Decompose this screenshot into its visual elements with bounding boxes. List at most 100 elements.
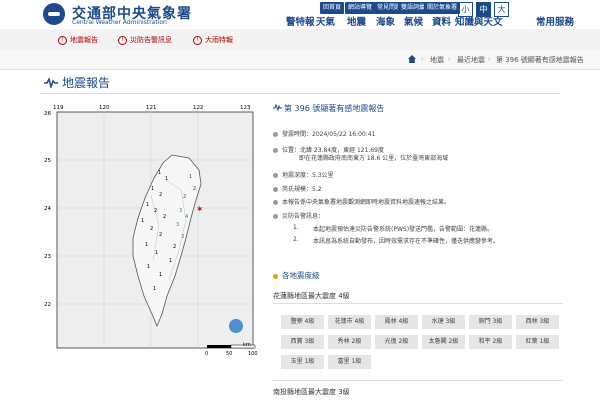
lat-tick-26: 26	[44, 111, 51, 117]
breadcrumb-current: 第 396 號顯著有感地震報告	[496, 56, 584, 64]
lon-tick-123: 123	[240, 105, 251, 111]
report-location-detail: 即在花蓮縣政府南南東方 18.6 公里，位於臺灣東部海域	[299, 155, 449, 162]
county-nantou-title[interactable]: 南投縣地區最大震度 3級	[273, 387, 350, 397]
warning-icon	[273, 214, 278, 219]
clock-icon	[273, 132, 278, 137]
nav-marine[interactable]: 海象	[376, 14, 395, 28]
svg-text:2: 2	[183, 194, 186, 200]
nav-warnings[interactable]: 警特報	[286, 14, 315, 28]
depth-icon	[273, 173, 278, 178]
lat-tick-24: 24	[44, 206, 51, 212]
station-badge: 秀林 2級	[328, 335, 371, 349]
top-link-about[interactable]: 關於氣象署	[424, 2, 461, 14]
svg-text:1: 1	[165, 176, 168, 182]
svg-text:2: 2	[159, 232, 162, 238]
svg-text:2: 2	[154, 208, 157, 214]
svg-text:1: 1	[141, 218, 144, 224]
svg-text:2: 2	[193, 186, 196, 192]
county-hualien-title[interactable]: 花蓮縣地區最大震度 4級	[273, 291, 350, 301]
earthquake-map[interactable]: 1112 1221 2211 111 122 343 321 ✶ 119 120…	[41, 100, 262, 358]
lon-tick-122: 122	[193, 105, 204, 111]
nav-knowledge[interactable]: 知識與天文	[455, 14, 503, 28]
svg-text:3: 3	[181, 234, 184, 240]
nav-data[interactable]: 資料	[432, 14, 451, 28]
breadcrumb-earthquake[interactable]: 地震	[430, 55, 444, 65]
station-badge: 和平 2級	[469, 335, 512, 349]
svg-text:1: 1	[169, 258, 172, 264]
report-magnitude: 芮氏規模：5.2	[273, 184, 322, 193]
station-badge: 銅門 3級	[469, 315, 512, 329]
lat-tick-23: 23	[44, 254, 51, 260]
lon-tick-120: 120	[99, 105, 110, 111]
lon-tick-119: 119	[53, 105, 64, 111]
svg-text:2: 2	[173, 244, 176, 250]
epicenter-icon: ✶	[196, 205, 204, 215]
warning-item-1: 本起地震預估達災防告警系統(PWS)發送門檻，告警範圍：花蓮縣。	[313, 226, 494, 233]
scale-tick-50: 50	[226, 351, 232, 357]
org-name-en: Central Weather Administration	[72, 19, 167, 26]
nav-services[interactable]: 常用服務	[536, 14, 574, 28]
alert-bar: ! 地震報告 ! 災防告警訊息 ! 大雨特報	[0, 29, 600, 52]
svg-text:1: 1	[153, 286, 156, 292]
cwa-watermark-icon	[229, 319, 243, 333]
lat-tick-22: 22	[44, 302, 51, 308]
breadcrumb-recent[interactable]: 最近地震	[457, 55, 485, 65]
station-badge: 太魯閣 2級	[422, 335, 465, 349]
seismic-wave-icon	[44, 78, 58, 88]
svg-text:1: 1	[146, 202, 149, 208]
nav-climate[interactable]: 氣候	[404, 14, 423, 28]
nav-earthquake[interactable]: 地震	[347, 14, 366, 28]
svg-text:1: 1	[147, 264, 150, 270]
seismic-wave-icon	[273, 104, 282, 111]
alert-heavy-rain[interactable]: ! 大雨特報	[193, 35, 233, 45]
station-badge: 玉里 1級	[281, 355, 324, 369]
svg-text:3: 3	[176, 222, 179, 228]
site-header: 交通部中央氣象署 Central Weather Administration …	[0, 0, 600, 29]
warning-item-1-num: 1.	[293, 224, 299, 231]
page-title: 地震報告	[62, 76, 111, 90]
top-link-home[interactable]: 回首頁	[320, 2, 345, 14]
alert-earthquake-report[interactable]: ! 地震報告	[58, 35, 98, 45]
divider	[273, 380, 563, 381]
svg-text:3: 3	[179, 208, 182, 214]
svg-text:4: 4	[185, 214, 188, 220]
station-badge: 花蓮市 4級	[328, 315, 371, 329]
report-title: 第 396 號顯著有感地震報告	[284, 104, 385, 113]
warning-item-2-num: 2.	[293, 236, 299, 243]
top-link-sitemap[interactable]: 網站導覽	[345, 2, 376, 14]
alert-disaster-warning[interactable]: ! 災防告警訊息	[118, 35, 172, 45]
info-icon	[273, 200, 278, 205]
scale-tick-0: 0	[205, 351, 208, 357]
nav-weather[interactable]: 天氣	[316, 14, 335, 28]
divider	[273, 303, 563, 304]
svg-text:2: 2	[159, 192, 162, 198]
home-icon[interactable]	[408, 55, 416, 63]
divider	[40, 93, 560, 94]
breadcrumb: › 地震 › 最近地震 › 第 396 號顯著有感地震報告	[0, 51, 600, 70]
svg-text:1: 1	[158, 170, 161, 176]
exclamation-icon: !	[118, 35, 127, 45]
report-note: 本報告係中央氣象署地震觀測網即時地震資料地震速報之結果。	[273, 197, 450, 206]
map-scale-bar: 0 50 100 km	[205, 342, 258, 357]
station-badge: 紅葉 1級	[516, 335, 559, 349]
intensity-section-title: 各地震度級	[273, 270, 320, 281]
report-warning: 災防告警訊息：	[273, 211, 324, 220]
svg-text:1: 1	[155, 250, 158, 256]
station-badge: 西寶 3級	[281, 335, 324, 349]
cwa-logo-icon[interactable]	[43, 3, 65, 25]
station-badge: 鹽寮 4級	[281, 315, 324, 329]
station-badge: 光復 2級	[375, 335, 418, 349]
lat-tick-25: 25	[44, 158, 51, 164]
station-badge: 富里 1級	[328, 355, 371, 369]
svg-text:2: 2	[150, 226, 153, 232]
station-badge: 鳳林 4級	[375, 315, 418, 329]
lon-tick-121: 121	[146, 105, 157, 111]
bullet-icon	[273, 273, 278, 279]
svg-text:1: 1	[159, 272, 162, 278]
svg-text:1: 1	[189, 174, 192, 180]
station-badge: 水璉 3級	[422, 315, 465, 329]
svg-text:2: 2	[163, 214, 166, 220]
exclamation-icon: !	[193, 35, 202, 45]
report-time: 發震時間：2024/05/22 16:00:41	[273, 129, 375, 138]
exclamation-icon: !	[58, 35, 67, 45]
